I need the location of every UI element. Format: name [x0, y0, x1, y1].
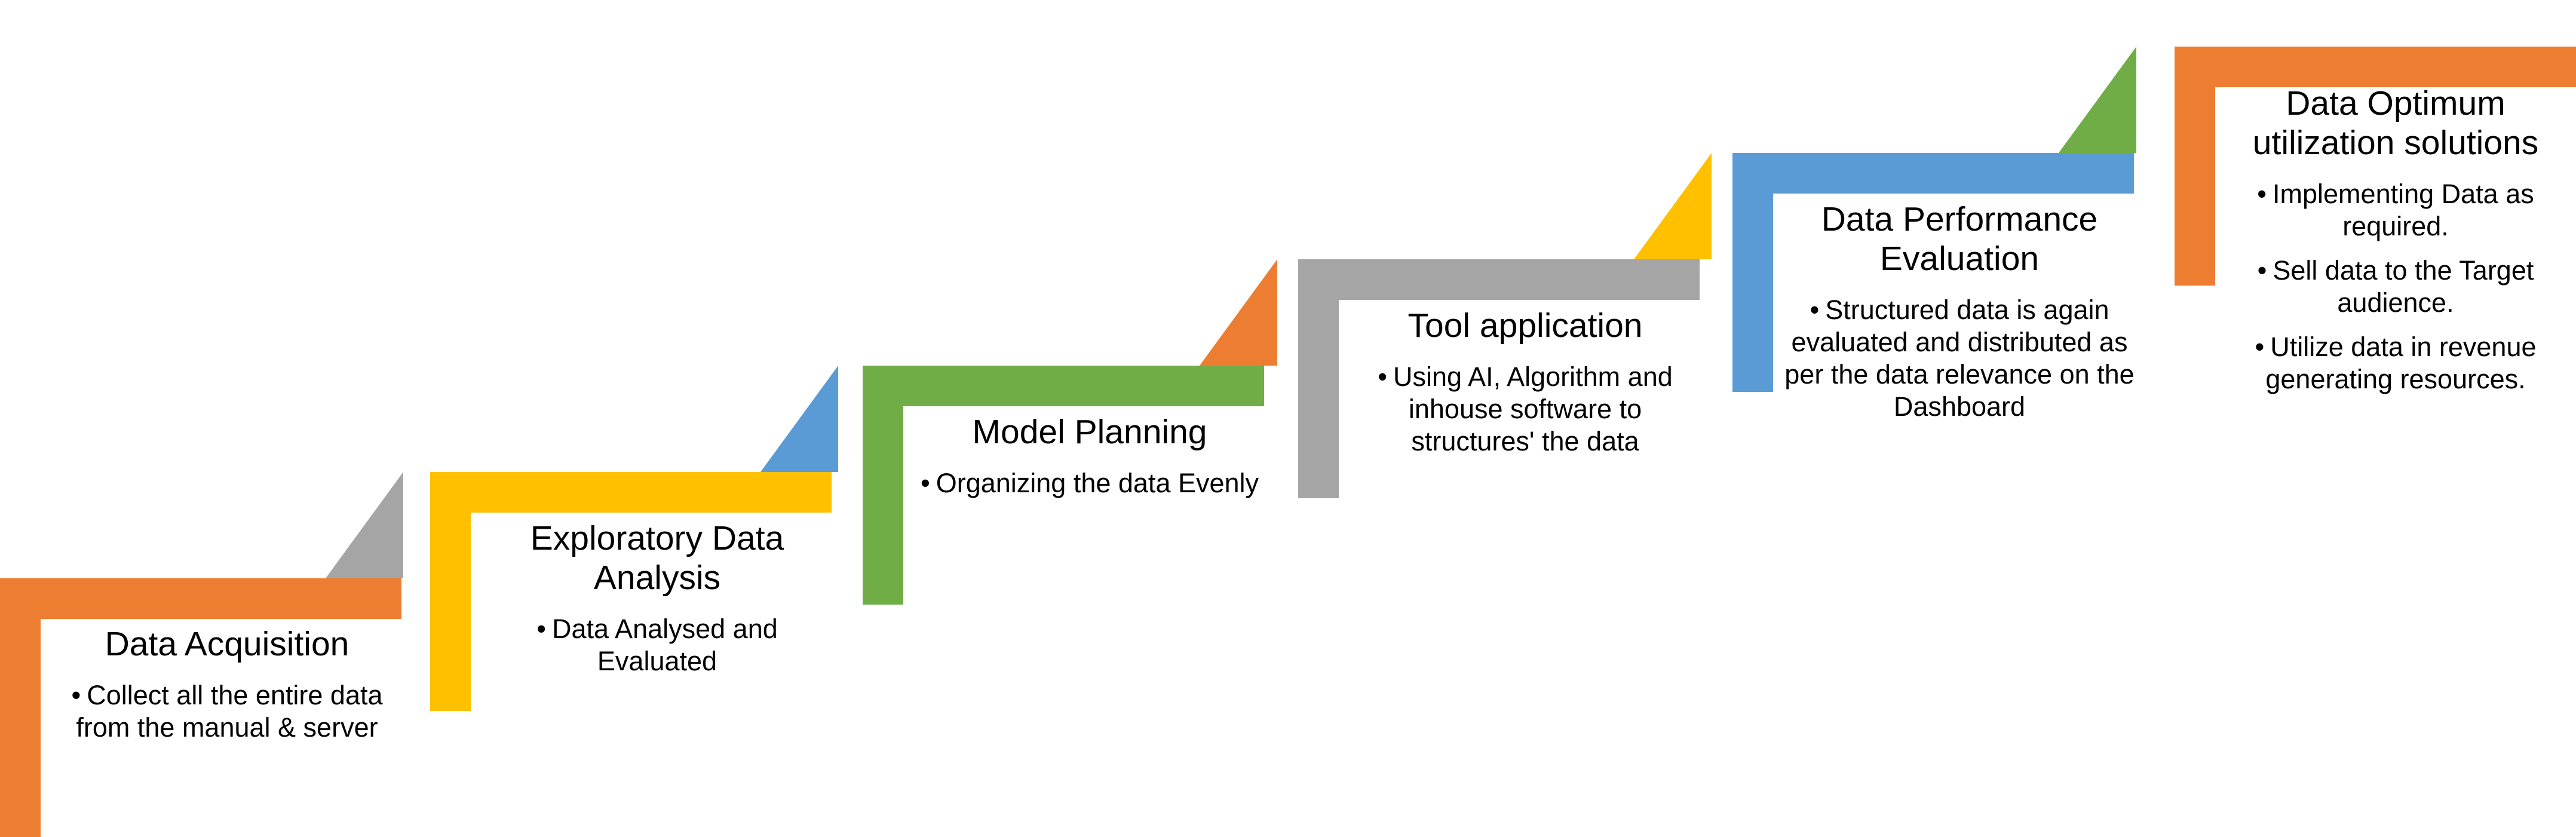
bullet-icon: •: [920, 468, 930, 499]
step-4-top-bar: [1298, 259, 1700, 300]
step-3-title: Model Planning: [972, 413, 1207, 451]
list-item: • Using AI, Algorithm and inhouse softwar…: [1346, 361, 1704, 458]
step-5-accent-triangle-yellow: [1634, 153, 1712, 259]
step-2-bullet-list: • Data Analysed and Evaluated: [478, 613, 836, 677]
step-2-title: Exploratory Data Analysis: [530, 519, 784, 597]
step-2-bullet-1: Data Analysed and Evaluated: [551, 614, 778, 677]
bullet-icon: •: [536, 614, 546, 645]
step-6-bullet-2: Sell data to the Target audience.: [2273, 255, 2534, 318]
step-3-text-block: Model Planning • Organizing the data Even…: [910, 412, 1269, 499]
step-6-left-bar: [2175, 47, 2215, 286]
step-2-top-bar: [430, 472, 832, 513]
step-6-bullet-3: Utilize data in revenue generating resou…: [2265, 332, 2537, 395]
step-3-bullet-1: Organizing the data Evenly: [936, 468, 1259, 499]
step-4-left-bar: [1298, 259, 1339, 498]
step-2-text-block: Exploratory Data Analysis • Data Analysed…: [478, 519, 836, 677]
list-item: • Data Analysed and Evaluated: [478, 613, 836, 677]
step-1-bullet-list: • Collect all the entire data from the ma…: [48, 679, 406, 744]
step-6-bullet-1: Implementing Data as required.: [2273, 179, 2534, 242]
step-6-bullet-list: • Implementing Data as required. • Sell da…: [2222, 178, 2569, 395]
bullet-icon: •: [1378, 361, 1387, 393]
staircase-diagram: Data Acquisition • Collect all the entire…: [0, 0, 2576, 837]
bullet-icon: •: [2257, 255, 2267, 286]
bullet-icon: •: [2257, 179, 2267, 210]
step-4-title: Tool application: [1407, 306, 1643, 345]
step-6-text-block: Data Optimum utilization solutions • Impl…: [2222, 84, 2569, 395]
step-5-bullet-list: • Structured data is again evaluated and …: [1780, 294, 2139, 423]
step-5-bullet-1: Structured data is again evaluated and d…: [1784, 295, 2135, 422]
step-2-left-bar: [430, 472, 471, 711]
step-1-text-block: Data Acquisition • Collect all the entire…: [48, 624, 406, 744]
step-2-accent-triangle-gray: [326, 472, 403, 578]
step-3-bullet-list: • Organizing the data Evenly: [910, 467, 1269, 499]
list-item: • Organizing the data Evenly: [910, 467, 1269, 499]
list-item: • Utilize data in revenue generating reso…: [2222, 331, 2569, 395]
step-4-bullet-1: Using AI, Algorithm and inhouse software…: [1393, 361, 1673, 457]
step-5-top-bar: [1732, 153, 2134, 194]
step-1-left-bar: [0, 578, 41, 837]
step-5-title: Data Performance Evaluation: [1821, 200, 2098, 278]
step-1-bullet-1: Collect all the entire data from the man…: [76, 680, 383, 743]
list-item: • Implementing Data as required.: [2222, 178, 2569, 243]
list-item: • Collect all the entire data from the ma…: [48, 679, 406, 744]
step-3-left-bar: [863, 366, 903, 605]
bullet-icon: •: [2255, 332, 2265, 363]
bullet-icon: •: [71, 680, 81, 711]
step-3-top-bar: [863, 366, 1264, 406]
step-5-text-block: Data Performance Evaluation • Structured …: [1780, 200, 2139, 423]
step-1-top-bar: [0, 578, 401, 619]
step-4-text-block: Tool application • Using AI, Algorithm an…: [1346, 306, 1704, 458]
step-4-accent-triangle-orange: [1200, 259, 1277, 366]
step-1-title: Data Acquisition: [105, 625, 349, 663]
bullet-icon: •: [1810, 295, 1820, 326]
step-6-top-bar: [2175, 47, 2576, 87]
step-6-title: Data Optimum utilization solutions: [2252, 84, 2539, 163]
step-5-left-bar: [1732, 153, 1773, 392]
step-4-bullet-list: • Using AI, Algorithm and inhouse softwar…: [1346, 361, 1704, 458]
step-6-accent-triangle-green: [2059, 47, 2136, 153]
step-3-accent-triangle-blue: [760, 366, 838, 472]
list-item: • Sell data to the Target audience.: [2222, 255, 2569, 319]
list-item: • Structured data is again evaluated and …: [1780, 294, 2139, 423]
